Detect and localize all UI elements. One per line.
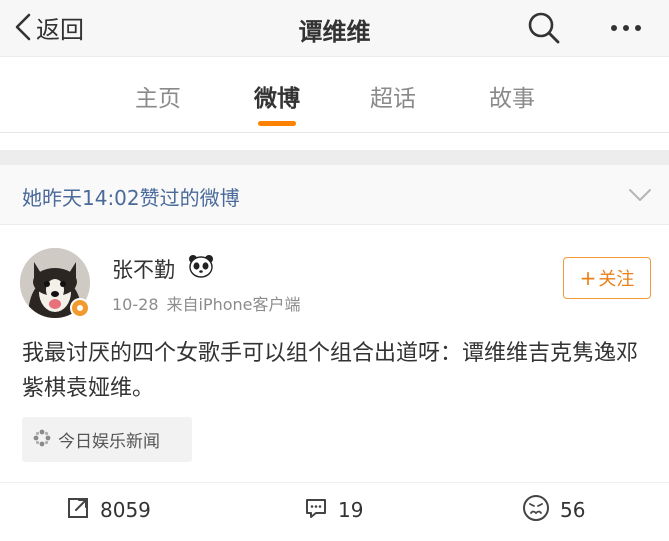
repost-icon (66, 496, 90, 524)
liked-header[interactable]: 她昨天14:02赞过的微博 (0, 165, 669, 225)
divider (0, 132, 669, 133)
page-title: 谭维维 (298, 18, 371, 46)
emoji-reaction-icon (522, 494, 550, 526)
post-username[interactable]: 张不勤 (112, 254, 175, 284)
topic-label: 今日娱乐新闻 (58, 432, 160, 452)
post-text: 我最讨厌的四个女歌手可以组个组合出道呀：谭维维吉克隽逸邓紫棋袁娅维。 (22, 341, 639, 401)
profile-tabs: 主页 微博 超话 故事 (0, 56, 669, 132)
liked-header-text: 她昨天14:02赞过的微博 (22, 186, 240, 210)
repost-count: 8059 (100, 498, 151, 522)
comment-button[interactable]: 19 (304, 495, 363, 525)
post-source: 来自iPhone客户端 (166, 295, 301, 314)
follow-label: 关注 (598, 269, 635, 290)
section-gap (0, 150, 669, 165)
repost-button[interactable]: 8059 (66, 495, 151, 525)
follow-button[interactable]: + 关注 (563, 257, 651, 299)
post-date: 10-28 (112, 295, 159, 314)
post-meta: 10-28 来自iPhone客户端 (112, 291, 301, 315)
comment-count: 19 (338, 498, 364, 522)
topic-icon (32, 428, 52, 452)
topic-chip[interactable]: 今日娱乐新闻 (22, 417, 192, 462)
like-count: 56 (560, 498, 586, 522)
tab-story[interactable]: 故事 (489, 79, 535, 113)
active-tab-indicator (258, 121, 296, 126)
tab-super-topic[interactable]: 超话 (370, 79, 416, 113)
more-icon[interactable] (606, 12, 646, 44)
chevron-down-icon[interactable] (628, 187, 652, 206)
comment-icon (304, 496, 328, 524)
tab-weibo[interactable]: 微博 (254, 79, 300, 113)
panda-icon (188, 254, 214, 282)
search-icon[interactable] (526, 10, 562, 46)
divider (0, 482, 669, 483)
plus-icon: + (579, 266, 597, 290)
tab-home[interactable]: 主页 (135, 79, 181, 113)
verified-badge-icon (70, 298, 90, 318)
top-bar: 返回 谭维维 (0, 0, 669, 56)
like-button[interactable]: 56 (522, 495, 585, 525)
